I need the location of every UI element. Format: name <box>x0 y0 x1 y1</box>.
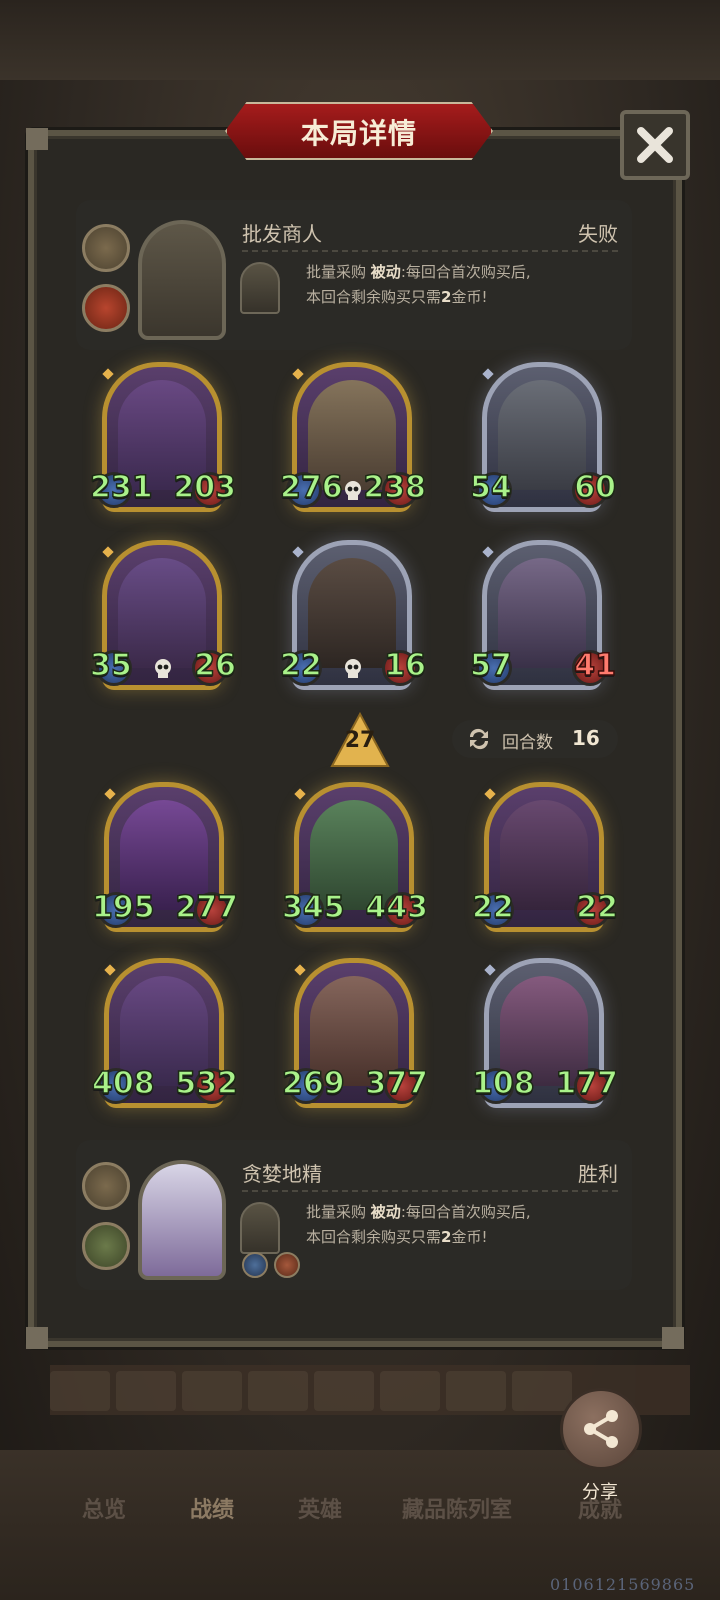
unit-attack: 269 <box>281 1065 345 1102</box>
tab-heroes[interactable]: 英雄 <box>298 1492 342 1524</box>
star-pip-icon <box>104 788 116 800</box>
player-card: 贪婪地精 胜利 批量采购 被动:每回合首次购买后, 本回合剩余购买只需2金币! <box>76 1140 632 1290</box>
unit-health: 26 <box>194 647 237 684</box>
unit-attack: 22 <box>279 647 322 684</box>
unit-health: 60 <box>574 469 617 506</box>
crystal-badge-icon <box>82 224 130 272</box>
unit-health: 41 <box>574 647 617 684</box>
star-pip-icon <box>294 788 306 800</box>
background-top <box>0 0 720 80</box>
opponent-unit-card[interactable]: 57 41 <box>469 540 617 700</box>
unit-health: 16 <box>384 647 427 684</box>
opponent-card: 批发商人 失败 批量采购 被动:每回合首次购买后, 本回合剩余购买只需2金币! <box>76 200 632 350</box>
skill-icon[interactable] <box>240 1202 280 1254</box>
round-label: 回合数 <box>502 733 553 753</box>
game-screen: 总览 战绩 英雄 藏品陈列室 成就 本局详情 批发商人 失败 批量采购 被动:每… <box>0 0 720 1600</box>
unit-health: 277 <box>175 889 239 926</box>
heart-badge-icon <box>82 284 130 332</box>
unit-health: 177 <box>555 1065 619 1102</box>
unit-attack: 231 <box>89 469 153 506</box>
unit-attack: 345 <box>281 889 345 926</box>
tab-records[interactable]: 战绩 <box>190 1492 234 1524</box>
skill-icon[interactable] <box>240 262 280 314</box>
share-icon <box>584 1410 618 1448</box>
skull-icon <box>345 659 361 678</box>
potion-icon[interactable] <box>274 1252 300 1278</box>
opponent-result: 失败 <box>578 222 618 246</box>
player-unit-card[interactable]: 345 443 <box>281 782 429 942</box>
refresh-icon <box>469 728 489 750</box>
star-pip-icon <box>102 368 114 380</box>
star-pip-icon <box>102 546 114 558</box>
star-pip-icon <box>484 788 496 800</box>
star-pip-icon <box>292 546 304 558</box>
round-value: 16 <box>572 726 600 750</box>
unit-attack: 108 <box>471 1065 535 1102</box>
opponent-unit-card[interactable]: 35 26 <box>89 540 237 700</box>
unit-attack: 276 <box>279 469 343 506</box>
opponent-unit-card[interactable]: 231 203 <box>89 362 237 522</box>
unit-attack: 195 <box>91 889 155 926</box>
panel-corner <box>26 1327 48 1349</box>
star-pip-icon <box>292 368 304 380</box>
sword-icon[interactable] <box>242 1252 268 1278</box>
treasure-badge-icon <box>82 1222 130 1270</box>
share-label: 分享 <box>582 1482 618 1503</box>
tab-overview[interactable]: 总览 <box>82 1492 126 1524</box>
unit-health: 238 <box>363 469 427 506</box>
unit-health: 22 <box>576 889 619 926</box>
unit-health: 443 <box>365 889 429 926</box>
opponent-unit-card[interactable]: 22 16 <box>279 540 427 700</box>
dialog-title: 本局详情 <box>300 117 417 150</box>
round-count: 回合数 16 <box>452 720 618 758</box>
gold-badge-icon <box>82 1162 130 1210</box>
close-icon <box>637 127 673 163</box>
player-result: 胜利 <box>578 1162 618 1186</box>
unit-health: 532 <box>175 1065 239 1102</box>
star-pip-icon <box>484 964 496 976</box>
unit-health: 203 <box>173 469 237 506</box>
opponent-skill-desc: 批量采购 被动:每回合首次购买后, 本回合剩余购买只需2金币! <box>306 263 531 306</box>
close-button[interactable] <box>620 110 690 180</box>
skull-icon <box>345 481 361 500</box>
share-button[interactable] <box>560 1388 642 1470</box>
opponent-unit-card[interactable]: 276 238 <box>279 362 427 522</box>
panel-corner <box>662 1327 684 1349</box>
panel-corner <box>26 128 48 150</box>
divider <box>242 250 618 252</box>
player-name: 贪婪地精 <box>242 1162 322 1186</box>
opponent-avatar[interactable] <box>138 220 226 340</box>
tavern-level: 27 <box>344 728 376 753</box>
star-pip-icon <box>294 964 306 976</box>
star-pip-icon <box>482 546 494 558</box>
watermark: 0106121569865 <box>550 1575 696 1594</box>
unit-attack: 22 <box>471 889 514 926</box>
tab-collection[interactable]: 藏品陈列室 <box>402 1492 512 1524</box>
unit-attack: 408 <box>91 1065 155 1102</box>
opponent-unit-card[interactable]: 54 60 <box>469 362 617 522</box>
star-pip-icon <box>104 964 116 976</box>
divider <box>242 1190 618 1192</box>
player-avatar[interactable] <box>138 1160 226 1280</box>
tavern-level-indicator: 27 <box>330 711 390 768</box>
skull-icon <box>155 659 171 678</box>
opponent-name: 批发商人 <box>242 222 322 246</box>
player-unit-card[interactable]: 269 377 <box>281 958 429 1118</box>
title-banner: 本局详情 <box>225 102 493 160</box>
player-unit-card[interactable]: 408 532 <box>91 958 239 1118</box>
star-pip-icon <box>482 368 494 380</box>
unit-attack: 54 <box>469 469 512 506</box>
player-skill-desc: 批量采购 被动:每回合首次购买后, 本回合剩余购买只需2金币! <box>306 1203 531 1246</box>
player-unit-card[interactable]: 108 177 <box>471 958 619 1118</box>
unit-attack: 57 <box>469 647 512 684</box>
unit-health: 377 <box>365 1065 429 1102</box>
unit-attack: 35 <box>89 647 132 684</box>
player-unit-card[interactable]: 22 22 <box>471 782 619 942</box>
player-unit-card[interactable]: 195 277 <box>91 782 239 942</box>
